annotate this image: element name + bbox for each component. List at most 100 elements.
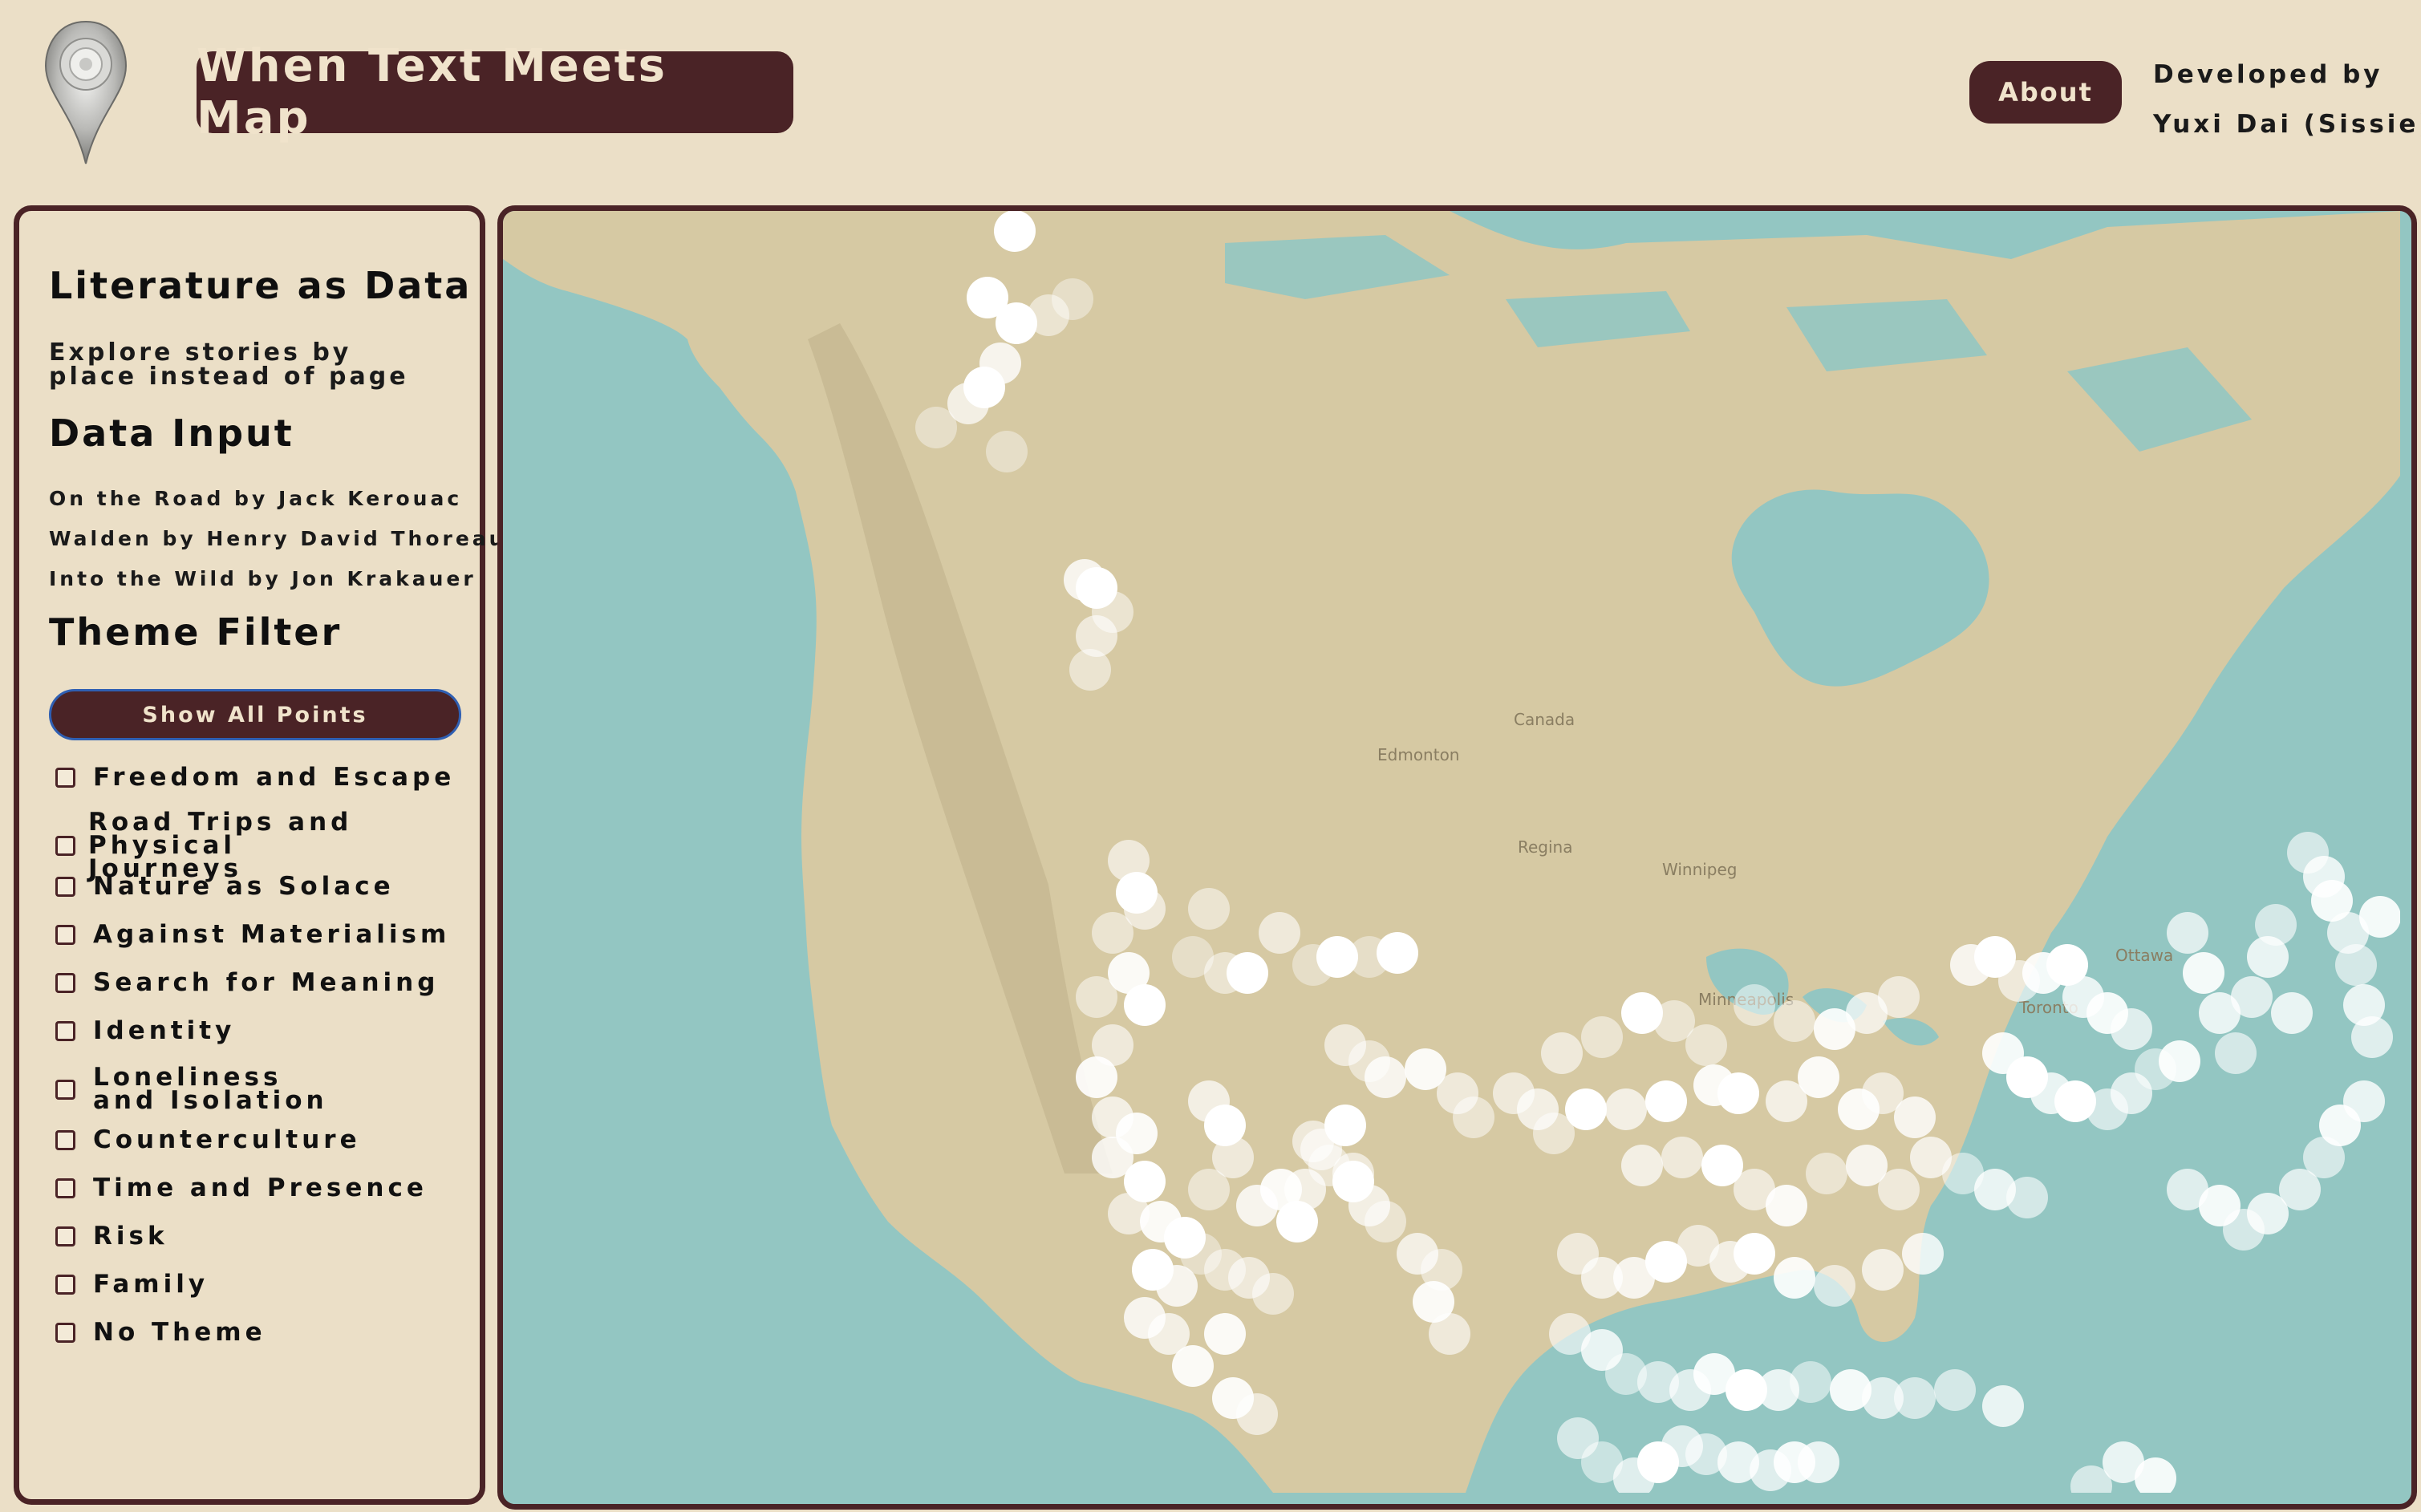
story-point[interactable] (1252, 1273, 1294, 1315)
story-point[interactable] (1236, 1393, 1278, 1435)
story-point[interactable] (1092, 912, 1133, 954)
story-point[interactable] (1774, 1257, 1815, 1299)
story-point[interactable] (2159, 1040, 2200, 1082)
map-label: Canada (1514, 710, 1575, 729)
story-point[interactable] (2255, 904, 2297, 946)
theme-filter-item[interactable]: Family (55, 1270, 209, 1299)
story-point[interactable] (1766, 1185, 1807, 1226)
story-point[interactable] (1934, 1369, 1976, 1411)
story-point[interactable] (2006, 1177, 2048, 1218)
story-point[interactable] (1076, 1056, 1117, 1098)
story-point[interactable] (1798, 1441, 1839, 1483)
theme-filter-item[interactable]: No Theme (55, 1320, 266, 1345)
theme-filter-item[interactable]: Loneliness and Isolation (55, 1063, 358, 1115)
story-point[interactable] (1717, 1072, 1759, 1114)
sidebar-panel: Literature as Data Explore stories by pl… (14, 205, 503, 1505)
story-point[interactable] (1605, 1088, 1647, 1130)
story-point[interactable] (1069, 649, 1111, 691)
theme-checkbox[interactable] (55, 1226, 75, 1246)
story-point[interactable] (1541, 1032, 1583, 1074)
theme-checkbox[interactable] (55, 1275, 75, 1295)
story-point[interactable] (1645, 1080, 1687, 1122)
theme-checkbox[interactable] (55, 973, 75, 993)
theme-checkbox[interactable] (55, 877, 75, 897)
story-point[interactable] (1685, 1024, 1727, 1066)
theme-label: Identity (93, 1016, 236, 1045)
theme-filter-item[interactable]: Road Trips and Physical Journeys (55, 808, 393, 883)
story-point[interactable] (1188, 888, 1230, 930)
theme-filter-item[interactable]: Freedom and Escape (55, 763, 456, 792)
story-point[interactable] (1581, 1016, 1623, 1058)
theme-checkbox[interactable] (55, 836, 75, 856)
story-point[interactable] (1227, 952, 1268, 994)
story-point[interactable] (1982, 1385, 2024, 1427)
story-point[interactable] (915, 407, 957, 448)
story-point[interactable] (986, 431, 1028, 472)
theme-label: Freedom and Escape (93, 763, 456, 792)
theme-checkbox[interactable] (55, 925, 75, 945)
map-view[interactable]: Canada Edmonton Regina Winnipeg Minneapo… (497, 205, 2417, 1510)
theme-checkbox[interactable] (55, 1178, 75, 1198)
theme-checkbox[interactable] (55, 1323, 75, 1343)
story-point[interactable] (1377, 932, 1418, 974)
story-point[interactable] (1621, 1145, 1663, 1186)
story-point[interactable] (1894, 1377, 1936, 1419)
story-point[interactable] (2343, 1080, 2385, 1122)
story-point[interactable] (1124, 984, 1166, 1026)
story-point[interactable] (1894, 1097, 1936, 1138)
theme-checkbox[interactable] (55, 1130, 75, 1150)
theme-label: Loneliness and Isolation (93, 1063, 328, 1115)
story-point[interactable] (1204, 1313, 1246, 1355)
story-point[interactable] (2167, 912, 2208, 954)
story-point[interactable] (1734, 984, 1775, 1026)
show-all-points-button[interactable]: Show All Points (49, 689, 461, 740)
story-point[interactable] (2271, 992, 2313, 1034)
story-point[interactable] (1902, 1233, 1944, 1275)
story-point[interactable] (1734, 1233, 1775, 1275)
story-point[interactable] (1565, 1088, 1607, 1130)
story-point[interactable] (2231, 976, 2273, 1018)
theme-filter-item[interactable]: Counterculture (55, 1128, 361, 1153)
story-point[interactable] (1365, 1201, 1406, 1242)
story-point[interactable] (1806, 1153, 1847, 1194)
theme-label: Family (93, 1270, 209, 1299)
app-title-banner: When Text Meets Map (197, 40, 793, 144)
story-point[interactable] (1365, 1056, 1406, 1098)
story-point[interactable] (2335, 944, 2377, 986)
theme-label: Road Trips and Physical Journeys (88, 808, 353, 883)
story-point[interactable] (994, 211, 1036, 252)
story-point[interactable] (2359, 896, 2400, 938)
story-point[interactable] (1878, 976, 1920, 1018)
story-point[interactable] (1259, 912, 1300, 954)
about-button[interactable]: About (1969, 61, 2122, 124)
story-point[interactable] (2111, 1008, 2152, 1050)
theme-checkbox[interactable] (55, 1021, 75, 1041)
story-point[interactable] (1076, 976, 1117, 1018)
story-point[interactable] (1862, 1249, 1904, 1291)
story-point[interactable] (1878, 1169, 1920, 1210)
theme-filter-item[interactable]: Time and Presence (55, 1176, 428, 1201)
map-canvas[interactable]: Canada Edmonton Regina Winnipeg Minneapo… (503, 211, 2400, 1493)
story-point[interactable] (2183, 952, 2224, 994)
theme-filter-item[interactable]: Identity (55, 1016, 236, 1045)
story-point[interactable] (1798, 1056, 1839, 1098)
theme-checkbox[interactable] (55, 1079, 75, 1100)
story-point[interactable] (1814, 1265, 1855, 1307)
story-point[interactable] (1790, 1361, 1831, 1403)
story-point[interactable] (1052, 278, 1093, 320)
story-point[interactable] (2215, 1032, 2257, 1074)
theme-filter-item[interactable]: Search for Meaning (55, 971, 439, 995)
theme-checkbox[interactable] (55, 768, 75, 788)
story-point[interactable] (1429, 1313, 1470, 1355)
story-point[interactable] (1661, 1137, 1703, 1178)
story-point[interactable] (1188, 1169, 1230, 1210)
story-point[interactable] (1453, 1097, 1494, 1138)
book-item: Into the Wild by Jon Krakauer (49, 567, 476, 590)
story-point[interactable] (1774, 1000, 1815, 1042)
theme-filter-item[interactable]: Nature as Solace (55, 874, 395, 899)
story-point[interactable] (1172, 1345, 1214, 1387)
story-point[interactable] (2351, 1016, 2393, 1058)
theme-filter-item[interactable]: Risk (55, 1224, 168, 1249)
data-input-heading: Data Input (49, 411, 294, 455)
theme-filter-item[interactable]: Against Materialism (55, 922, 450, 947)
